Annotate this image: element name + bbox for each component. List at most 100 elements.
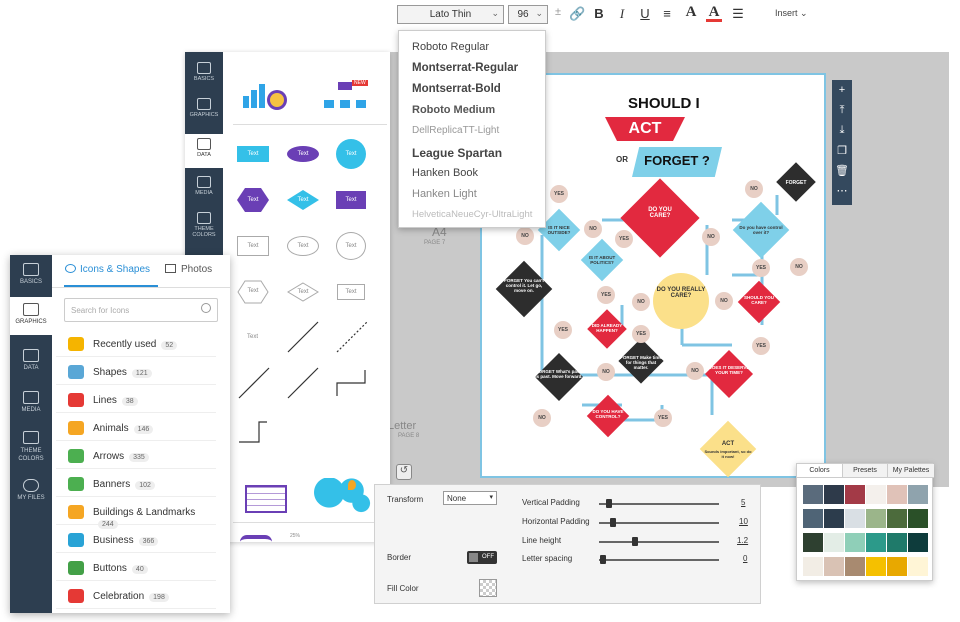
outline-rect-small-shape[interactable]: Text (337, 284, 365, 300)
table-graphic[interactable] (245, 485, 287, 513)
horizontal-padding-slider[interactable] (599, 522, 719, 524)
insert-menu[interactable]: Insert ⌄ (775, 8, 808, 19)
color-swatch[interactable] (866, 485, 886, 504)
donut-chart-graphic[interactable] (240, 535, 272, 542)
text-shape-rect-purple[interactable]: Text (336, 191, 366, 209)
color-swatch[interactable] (908, 509, 928, 528)
org-chart-graphic[interactable]: NEW (322, 80, 370, 112)
tab-presets[interactable]: Presets (843, 464, 888, 478)
font-option[interactable]: Montserrat-Bold (412, 83, 501, 95)
bar-chart-graphic[interactable] (243, 80, 288, 110)
outline-hexagon-shape[interactable]: Text (237, 280, 269, 304)
nav-my-files[interactable]: MY FILES (10, 479, 52, 501)
font-option[interactable]: Hanken Light (412, 188, 477, 200)
color-swatch[interactable] (845, 533, 865, 552)
category-item[interactable]: Business 366 (56, 531, 216, 553)
outline-ellipse-shape[interactable]: Text (287, 236, 319, 256)
nav-basics[interactable]: BASICS (185, 62, 223, 82)
category-item[interactable]: Animals 146 (56, 419, 216, 441)
color-swatch[interactable] (887, 533, 907, 552)
nav-theme-colors[interactable]: THEME COLORS (10, 431, 52, 463)
move-up-icon[interactable]: ⤒ (832, 104, 852, 117)
underline-icon[interactable]: U (637, 6, 653, 21)
more-icon[interactable]: ⋯ (832, 184, 852, 197)
nav-media[interactable]: MEDIA (10, 391, 52, 413)
color-swatch[interactable] (845, 485, 865, 504)
color-swatch[interactable] (803, 533, 823, 552)
category-item[interactable]: Buildings & Landmarks 244 (56, 503, 216, 529)
category-item[interactable]: Celebration 198 (56, 587, 216, 609)
color-swatch[interactable] (866, 557, 886, 576)
font-option[interactable]: League Spartan (412, 146, 502, 160)
world-map-graphic[interactable] (310, 478, 374, 514)
search-input[interactable]: Search for Icons (64, 298, 218, 322)
color-swatch[interactable] (824, 509, 844, 528)
vertical-padding-slider[interactable] (599, 503, 719, 505)
font-option[interactable]: Hanken Book (412, 167, 478, 179)
vertical-padding-knob[interactable] (605, 499, 612, 508)
color-swatch[interactable] (845, 509, 865, 528)
category-item[interactable]: Buttons 40 (56, 559, 216, 581)
color-swatch[interactable] (887, 557, 907, 576)
line-height-knob[interactable] (632, 537, 638, 546)
letter-spacing-knob[interactable] (599, 555, 606, 564)
color-swatch[interactable] (824, 557, 844, 576)
text-color-icon[interactable]: A (683, 4, 699, 21)
fill-color-swatch[interactable] (479, 579, 497, 597)
plus-minus-icon[interactable]: ± (550, 6, 566, 18)
tab-my-palettes[interactable]: My Palettes (888, 464, 934, 478)
font-option[interactable]: DellReplicaTT-Light (412, 125, 499, 136)
duplicate-page-icon[interactable]: ❐ (832, 144, 852, 157)
font-option[interactable]: HelveticaNeueCyr-UltraLight (412, 209, 532, 220)
color-swatch[interactable] (866, 509, 886, 528)
bold-icon[interactable]: B (591, 6, 607, 21)
color-swatch[interactable] (908, 557, 928, 576)
nav-theme-colors[interactable]: THEME COLORS (185, 212, 223, 238)
color-swatch[interactable] (845, 557, 865, 576)
undo-icon[interactable]: ↺ (396, 464, 412, 480)
move-down-icon[interactable]: ⤓ (832, 124, 852, 137)
nav-graphics[interactable]: GRAPHICS (10, 297, 52, 335)
text-shape-rect[interactable]: Text (237, 146, 269, 162)
outline-circle-shape[interactable]: Text (336, 232, 366, 260)
color-swatch[interactable] (803, 509, 823, 528)
highlight-icon[interactable]: A (706, 4, 722, 22)
tab-photos[interactable]: Photos (165, 264, 212, 275)
category-item[interactable]: Shapes 121 (56, 363, 216, 385)
category-item[interactable]: Lines 38 (56, 391, 216, 413)
spacing-icon[interactable]: ☰ (730, 6, 746, 22)
color-swatch[interactable] (866, 533, 886, 552)
tab-colors[interactable]: Colors (797, 464, 843, 478)
font-option[interactable]: Montserrat-Regular (412, 62, 518, 74)
color-swatch[interactable] (908, 533, 928, 552)
italic-icon[interactable]: I (614, 6, 630, 22)
color-swatch[interactable] (803, 485, 823, 504)
category-item[interactable]: Banners 102 (56, 475, 216, 497)
color-swatch[interactable] (824, 533, 844, 552)
horizontal-padding-value[interactable]: 10 (739, 517, 748, 526)
color-swatch[interactable] (824, 485, 844, 504)
transform-select[interactable]: None ▾ (443, 491, 497, 505)
color-swatch[interactable] (887, 509, 907, 528)
lines-collection[interactable] (233, 318, 383, 448)
search-icon[interactable] (201, 303, 211, 313)
text-shape-circle[interactable]: Text (336, 139, 366, 169)
trash-icon[interactable]: 🗑 (832, 164, 852, 177)
percent-chart-graphic[interactable]: 25% (290, 533, 300, 539)
text-shape-ellipse[interactable]: Text (287, 146, 319, 162)
border-toggle[interactable]: OFF (467, 551, 497, 564)
nav-data[interactable]: DATA (10, 349, 52, 371)
font-option[interactable]: Roboto Medium (412, 104, 495, 116)
outline-rect-shape[interactable]: Text (237, 236, 269, 256)
color-swatch[interactable] (887, 485, 907, 504)
nav-media[interactable]: MEDIA (185, 176, 223, 196)
tab-icons-shapes[interactable]: Icons & Shapes (65, 264, 150, 275)
letter-spacing-slider[interactable] (599, 559, 719, 561)
horizontal-padding-knob[interactable] (610, 518, 617, 527)
category-item[interactable]: Recently used 52 (56, 335, 216, 357)
font-option[interactable]: Roboto Regular (412, 41, 489, 53)
nav-basics[interactable]: BASICS (10, 263, 52, 285)
link-icon[interactable]: 🔗 (569, 6, 585, 22)
nav-data[interactable]: DATA (185, 134, 223, 168)
nav-graphics[interactable]: GRAPHICS (185, 98, 223, 118)
